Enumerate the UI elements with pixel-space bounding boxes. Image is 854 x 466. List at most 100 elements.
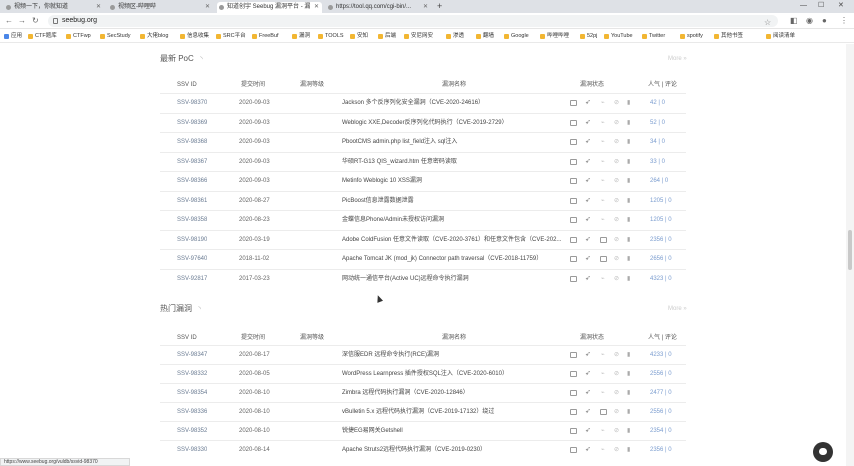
bookmark-star-icon[interactable]: ☆ (764, 17, 771, 29)
ssv-id-link[interactable]: SSV-98347 (177, 346, 207, 365)
vuln-name-link[interactable]: 金蝶信息Phone/Admin未授权访问漏洞 (342, 211, 568, 230)
bookmark-item[interactable]: 信息收集 (180, 30, 209, 43)
bookmark-item[interactable]: Google (504, 30, 529, 43)
tab-close-icon[interactable]: ✕ (423, 2, 428, 13)
bookmark-item[interactable]: 翻墙 (476, 30, 494, 43)
browser-tab-3-active[interactable]: 知道创宇 Seebug 漏洞平台 - 漏 ✕ (217, 2, 322, 13)
vuln-name-link[interactable]: vBulletin 5.x 远程代码执行漏洞（CVE-2019-17132）绕过 (342, 403, 568, 422)
table-row[interactable]: SSV-98367 2020-09-03 华硕RT-G13 QIS_wizard.h… (160, 151, 686, 172)
vuln-name-link[interactable]: Zimbra 远程代码执行漏洞（CVE-2020-12846） (342, 384, 568, 403)
vuln-name-link[interactable]: PicBoost信息泄露数据泄露 (342, 192, 568, 211)
table-row[interactable]: SSV-98354 2020-08-10 Zimbra 远程代码执行漏洞（CVE-2… (160, 383, 686, 402)
table-row[interactable]: SSV-98370 2020-09-03 Jackson 多个反序列化安全漏洞（CV… (160, 93, 686, 112)
browser-tab-1[interactable]: 视频一下，你就知道 ✕ (4, 2, 104, 13)
profile-avatar-icon[interactable]: ● (822, 15, 827, 27)
bookmark-item[interactable]: spotify (680, 30, 703, 43)
bookmark-item[interactable]: YouTube (604, 30, 633, 43)
vuln-name-link[interactable]: Adobe ColdFusion 任意文件读取（CVE-2020-3761）和任… (342, 231, 568, 250)
table-row[interactable]: SSV-98336 2020-08-10 vBulletin 5.x 远程代码执行漏… (160, 402, 686, 421)
ssv-id-link[interactable]: SSV-98190 (177, 231, 207, 250)
scrollbar-thumb[interactable] (848, 230, 852, 270)
vuln-name-link[interactable]: 深信服EDR 远程命令执行(RCE)漏洞 (342, 346, 568, 365)
table-row[interactable]: SSV-98352 2020-08-10 锐捷EG易网关Getshell ➶ ⌁ ⊘ ▮ 23… (160, 421, 686, 440)
table-row[interactable]: SSV-98366 2020-09-03 Metinfo Weblogic 10 X… (160, 171, 686, 190)
ssv-id-link[interactable]: SSV-97640 (177, 250, 207, 269)
table-row[interactable]: SSV-98369 2020-09-03 Weblogic XXE,Decoder反… (160, 112, 686, 133)
table-row[interactable]: SSV-98347 2020-08-17 深信服EDR 远程命令执行(RCE)漏洞 ➶… (160, 345, 686, 364)
bookmark-item[interactable]: 其他书签 (714, 30, 743, 43)
ssv-id-link[interactable]: SSV-98367 (177, 153, 207, 172)
forward-icon[interactable]: → (18, 15, 26, 27)
tab-close-icon[interactable]: ✕ (96, 2, 101, 13)
hot-more-link[interactable]: More » (668, 303, 687, 315)
bookmark-item[interactable]: 阅读清单 (766, 30, 795, 43)
close-window-icon[interactable]: ✕ (838, 0, 844, 12)
ssv-id-link[interactable]: SSV-98369 (177, 114, 207, 133)
ssv-id-link[interactable]: SSV-98354 (177, 384, 207, 403)
vuln-name-link[interactable]: Metinfo Weblogic 10 XSS漏洞 (342, 172, 568, 191)
ssv-id-link[interactable]: SSV-98361 (177, 192, 207, 211)
bookmark-item[interactable]: 哔哩哔哩 (540, 30, 569, 43)
ssv-id-link[interactable]: SSV-98332 (177, 365, 207, 384)
new-tab-icon[interactable]: + (437, 1, 442, 11)
table-row[interactable]: SSV-98190 2020-03-19 Adobe ColdFusion 任意文件… (160, 229, 686, 250)
table-row[interactable]: SSV-98358 2020-08-23 金蝶信息Phone/Admin未授权访问漏… (160, 210, 686, 229)
maximize-icon[interactable]: ☐ (818, 0, 824, 12)
vuln-name-link[interactable]: PbootCMS admin.php list_field注入 sql注入 (342, 133, 568, 152)
bookmark-item[interactable]: 应用 (4, 30, 22, 43)
table-row[interactable]: SSV-98332 2020-08-05 WordPress Learnpress … (160, 364, 686, 383)
ssv-id-link[interactable]: SSV-98366 (177, 172, 207, 191)
ssv-id-link[interactable]: SSV-98370 (177, 94, 207, 113)
extension-icon-2[interactable]: ◉ (806, 15, 813, 27)
minimize-icon[interactable]: — (800, 0, 807, 12)
browser-tab-2[interactable]: 视频区-哔哩哔 ✕ (108, 2, 213, 13)
vuln-name-link[interactable]: Apache Tomcat JK (mod_jk) Connector path… (342, 250, 568, 269)
chat-support-icon[interactable] (813, 442, 833, 462)
table-row[interactable]: SSV-98330 2020-08-14 Apache Struts2远程代码执行漏… (160, 440, 686, 459)
bookmark-item[interactable]: SecStudy (100, 30, 131, 43)
bookmark-item[interactable]: Twitter (642, 30, 665, 43)
rss-icon[interactable]: ◝ (200, 54, 203, 66)
address-bar[interactable]: seebug.org ☆ (48, 15, 778, 27)
ssv-id-link[interactable]: SSV-92817 (177, 270, 207, 289)
ssv-id-link[interactable]: SSV-98330 (177, 441, 207, 460)
bookmark-item[interactable]: 漏洞 (292, 30, 310, 43)
latest-more-link[interactable]: More » (668, 53, 687, 65)
bookmark-item[interactable]: SRC平台 (216, 30, 246, 43)
reload-icon[interactable]: ↻ (32, 15, 39, 27)
back-icon[interactable]: ← (5, 15, 13, 27)
table-row[interactable]: SSV-98368 2020-09-03 PbootCMS admin.php li… (160, 132, 686, 151)
bookmark-item[interactable]: 安知 (350, 30, 368, 43)
vuln-name-link[interactable]: 锐捷EG易网关Getshell (342, 422, 568, 441)
bookmark-item[interactable]: TOOLS (318, 30, 344, 43)
bookmark-item[interactable]: FreeBuf (252, 30, 279, 43)
bookmark-item[interactable]: 安尼网安 (404, 30, 433, 43)
address-url[interactable]: seebug.org (62, 15, 97, 27)
vuln-name-link[interactable]: 华硕RT-G13 QIS_wizard.htm 任意密码读取 (342, 153, 568, 172)
vuln-name-link[interactable]: 网动统一通信平台(Active UC)远程命令执行漏洞 (342, 270, 568, 289)
bookmark-item[interactable]: 渗透 (446, 30, 464, 43)
vuln-name-link[interactable]: Apache Struts2远程代码执行漏洞（CVE-2019-0230） (342, 441, 568, 460)
bookmark-item[interactable]: CTF题库 (28, 30, 57, 43)
vuln-name-link[interactable]: Jackson 多个反序列化安全漏洞（CVE-2020-24616） (342, 94, 568, 113)
rss-icon[interactable]: ◝ (198, 304, 201, 316)
ssv-id-link[interactable]: SSV-98358 (177, 211, 207, 230)
vuln-name-link[interactable]: WordPress Learnpress 插件授权SQL注入（CVE-2020-… (342, 365, 568, 384)
ssv-id-link[interactable]: SSV-98352 (177, 422, 207, 441)
bookmark-item[interactable]: CTFwp (66, 30, 91, 43)
table-row[interactable]: SSV-98361 2020-08-27 PicBoost信息泄露数据泄露 ➶ ⌁ ⊘ ▮ 1… (160, 190, 686, 211)
bookmark-item[interactable]: 大佬blog (140, 30, 168, 43)
ssv-id-link[interactable]: SSV-98368 (177, 133, 207, 152)
bookmark-item[interactable]: 后端 (378, 30, 396, 43)
tab-close-icon[interactable]: ✕ (314, 2, 319, 13)
extension-icon[interactable]: ◧ (790, 15, 798, 27)
bookmark-item[interactable]: 52pj (580, 30, 597, 43)
ssv-id-link[interactable]: SSV-98336 (177, 403, 207, 422)
browser-menu-icon[interactable]: ⋮ (840, 15, 848, 27)
table-row[interactable]: SSV-97640 2018-11-02 Apache Tomcat JK (mod… (160, 249, 686, 268)
tab-close-icon[interactable]: ✕ (205, 2, 210, 13)
table-row[interactable]: SSV-92817 2017-03-23 网动统一通信平台(Active UC)远程… (160, 268, 686, 289)
page-scrollbar[interactable] (846, 44, 854, 466)
vuln-name-link[interactable]: Weblogic XXE,Decoder反序列化代码执行（CVE-2019-27… (342, 114, 568, 133)
browser-tab-4[interactable]: https://tool.qq.com/cgi-bin/... ✕ (326, 2, 431, 13)
